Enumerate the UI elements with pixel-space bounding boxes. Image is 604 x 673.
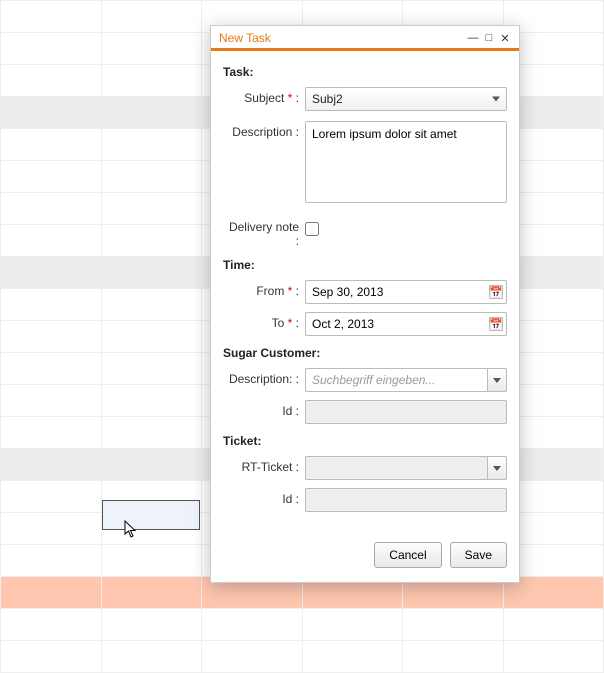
calendar-icon[interactable]: 📅 bbox=[489, 317, 503, 331]
ticket-id-input bbox=[305, 488, 507, 512]
dialog-title: New Task bbox=[219, 31, 467, 45]
close-icon[interactable]: ✕ bbox=[499, 32, 511, 44]
to-label: To * : bbox=[223, 312, 305, 330]
chevron-down-icon bbox=[492, 97, 500, 102]
delivery-note-label: Delivery note : bbox=[223, 216, 305, 248]
section-heading-time: Time: bbox=[223, 258, 507, 272]
rt-ticket-label: RT-Ticket : bbox=[223, 456, 305, 474]
delivery-note-checkbox[interactable] bbox=[305, 222, 319, 236]
cancel-button[interactable]: Cancel bbox=[374, 542, 441, 568]
sugar-id-input bbox=[305, 400, 507, 424]
sugar-description-dropdown-button[interactable] bbox=[487, 368, 507, 392]
new-task-dialog: New Task — □ ✕ Task: Subject * : Subj2 D… bbox=[210, 25, 520, 583]
description-label: Description : bbox=[223, 121, 305, 139]
ticket-id-label: Id : bbox=[223, 488, 305, 506]
from-date-input[interactable] bbox=[305, 280, 507, 304]
subject-select[interactable]: Subj2 bbox=[305, 87, 507, 111]
rt-ticket-dropdown-button bbox=[487, 456, 507, 480]
sugar-id-label: Id : bbox=[223, 400, 305, 418]
description-textarea[interactable] bbox=[305, 121, 507, 203]
minimize-icon[interactable]: — bbox=[467, 32, 479, 44]
from-label: From * : bbox=[223, 280, 305, 298]
save-button[interactable]: Save bbox=[450, 542, 507, 568]
section-heading-task: Task: bbox=[223, 65, 507, 79]
sugar-description-label: Description: : bbox=[223, 368, 305, 386]
chevron-down-icon bbox=[493, 378, 501, 383]
rt-ticket-input bbox=[305, 456, 487, 480]
sugar-description-combo[interactable] bbox=[305, 368, 507, 392]
section-heading-ticket: Ticket: bbox=[223, 434, 507, 448]
subject-select-value: Subj2 bbox=[312, 92, 343, 106]
maximize-icon[interactable]: □ bbox=[483, 32, 495, 44]
selected-grid-cell[interactable] bbox=[102, 500, 200, 530]
section-heading-sugar: Sugar Customer: bbox=[223, 346, 507, 360]
sugar-description-input[interactable] bbox=[305, 368, 487, 392]
dialog-titlebar[interactable]: New Task — □ ✕ bbox=[211, 26, 519, 51]
rt-ticket-combo bbox=[305, 456, 507, 480]
chevron-down-icon bbox=[493, 466, 501, 471]
subject-label: Subject * : bbox=[223, 87, 305, 105]
calendar-icon[interactable]: 📅 bbox=[489, 285, 503, 299]
to-date-input[interactable] bbox=[305, 312, 507, 336]
